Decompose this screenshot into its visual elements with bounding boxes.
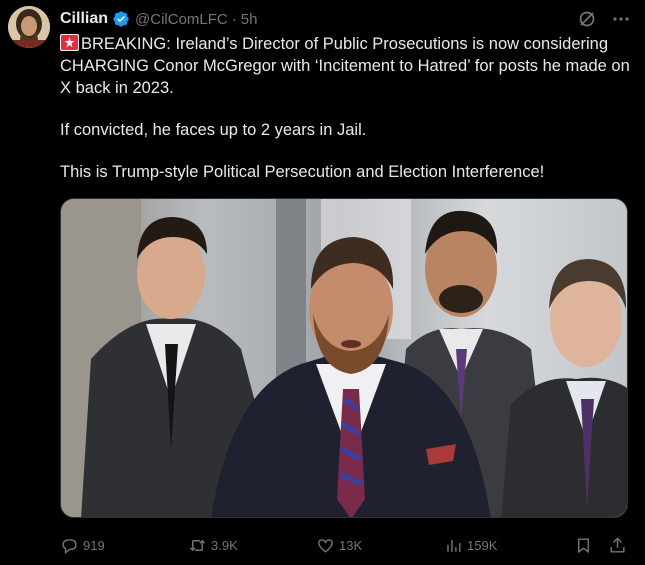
photo <box>61 199 627 517</box>
tweet-paragraph-2: If convicted, he faces up to 2 years in … <box>60 121 367 139</box>
views-count: 159K <box>467 537 498 553</box>
tweet-paragraph-3: This is Trump-style Political Persecutio… <box>60 163 545 181</box>
verified-badge-icon <box>112 10 130 28</box>
reply-icon <box>62 538 77 554</box>
tweet-image[interactable] <box>60 198 628 518</box>
tweet-header: Cillian @CilComLFC · 5h <box>60 8 631 30</box>
share-button[interactable] <box>608 536 631 555</box>
header-actions <box>577 9 631 29</box>
more-icon[interactable] <box>611 9 631 29</box>
reply-count: 919 <box>83 537 105 553</box>
views-icon <box>447 539 461 552</box>
views-button[interactable]: 159K <box>444 536 497 555</box>
like-count: 13K <box>339 537 363 553</box>
author-handle[interactable]: @CilComLFC <box>135 11 228 28</box>
author-name[interactable]: Cillian <box>60 10 108 28</box>
timestamp[interactable]: 5h <box>241 11 258 28</box>
like-button[interactable]: 13K <box>316 536 362 555</box>
tweet-paragraph-1: BREAKING: Ireland’s Director of Public P… <box>60 33 635 99</box>
repost-button[interactable]: 3.9K <box>188 536 238 555</box>
grok-icon[interactable] <box>577 9 597 29</box>
tweet-actions: 919 3.9K 13K 159K <box>60 534 631 556</box>
bookmark-icon <box>578 537 589 553</box>
tweet-paragraph-1-text: BREAKING: Ireland’s Director of Public P… <box>60 35 630 97</box>
share-icon <box>610 536 625 553</box>
bookmark-button[interactable] <box>574 536 597 555</box>
heart-icon <box>318 538 333 553</box>
rotating-light-emoji <box>60 34 79 51</box>
repost-icon <box>189 539 206 551</box>
avatar-image <box>8 6 50 48</box>
tweet-text: BREAKING: Ireland’s Director of Public P… <box>60 33 635 183</box>
tweet[interactable]: Cillian @CilComLFC · 5h BREAKING: Irelan… <box>0 0 645 565</box>
reply-button[interactable]: 919 <box>60 536 105 555</box>
separator: · <box>231 10 237 28</box>
repost-count: 3.9K <box>211 537 238 553</box>
avatar[interactable] <box>8 6 50 48</box>
